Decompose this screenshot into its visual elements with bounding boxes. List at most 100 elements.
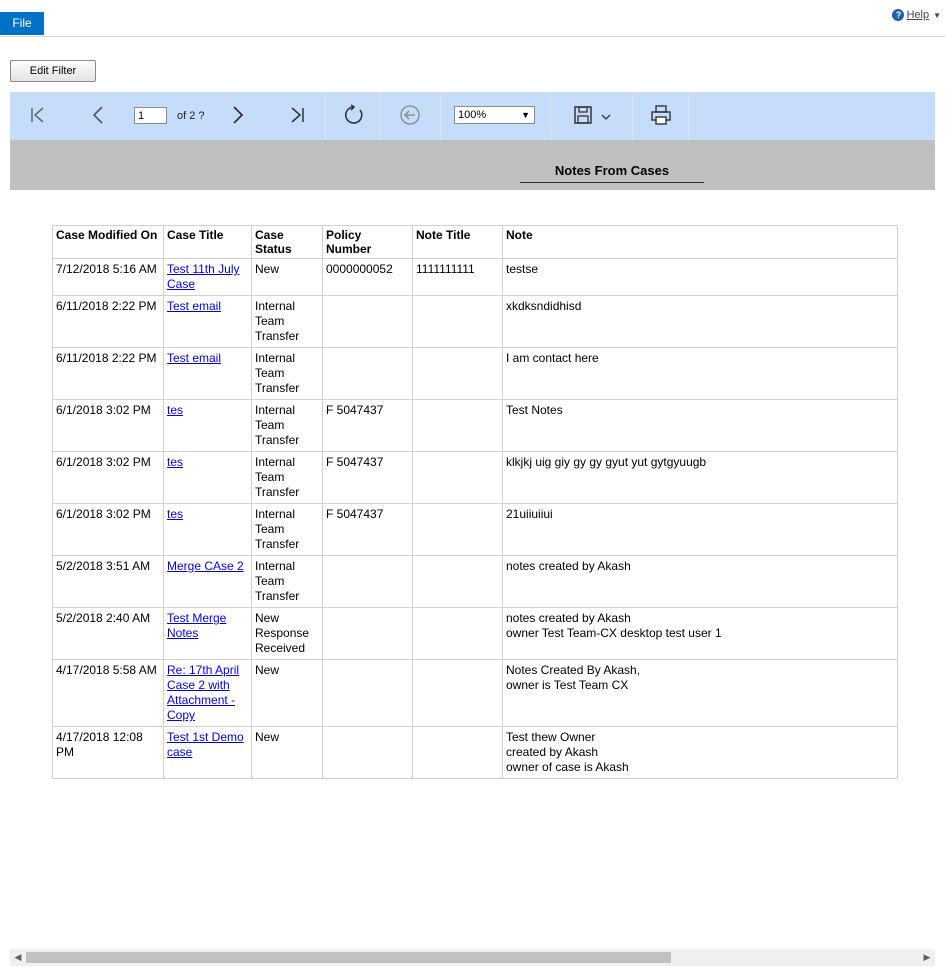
case-title-link[interactable]: Re: 17th April Case 2 with Attachment - … xyxy=(167,663,239,722)
chevron-down-icon: ▼ xyxy=(933,10,941,20)
cell-policy-number: F 5047437 xyxy=(326,455,384,469)
case-title-link[interactable]: tes xyxy=(167,507,183,521)
table-cell: Test email xyxy=(163,347,252,400)
table-cell: xkdksndidhisd xyxy=(502,295,898,348)
col-case-status[interactable]: Case Status xyxy=(251,225,323,259)
col-note-title[interactable]: Note Title xyxy=(412,225,503,259)
table-row: 5/2/2018 3:51 AM Merge CAse 2 Internal Tea… xyxy=(52,555,898,608)
table-cell: tes xyxy=(163,503,252,556)
table-cell: 4/17/2018 5:58 AM xyxy=(52,659,164,727)
refresh-icon[interactable] xyxy=(343,104,365,132)
next-page-icon[interactable] xyxy=(230,104,246,132)
table-cell: klkjkj uig giy gy gy gyut yut gytgyuugb xyxy=(502,451,898,504)
cell-note-title: 1111111111 xyxy=(416,262,475,276)
cell-modified-on: 6/1/2018 3:02 PM xyxy=(56,455,151,469)
table-cell: 6/1/2018 3:02 PM xyxy=(52,451,164,504)
cell-note: notes created by Akash xyxy=(506,559,631,573)
case-title-link[interactable]: Merge CAse 2 xyxy=(167,559,244,573)
scroll-thumb[interactable] xyxy=(26,952,671,963)
table-cell: Internal Team Transfer xyxy=(251,451,323,504)
cell-modified-on: 4/17/2018 12:08 PM xyxy=(56,730,143,759)
table-cell: notes created by Akash owner Test Team-C… xyxy=(502,607,898,660)
cell-modified-on: 6/11/2018 2:22 PM xyxy=(56,351,157,365)
table-row: 6/11/2018 2:22 PM Test email Internal Team… xyxy=(52,295,898,348)
table-cell: testse xyxy=(502,258,898,296)
cell-case-status: Internal Team Transfer xyxy=(255,559,300,603)
col-policy-number[interactable]: Policy Number xyxy=(322,225,413,259)
edit-filter-button[interactable]: Edit Filter xyxy=(10,60,96,82)
help-icon: ? xyxy=(892,9,905,21)
case-title-link[interactable]: tes xyxy=(167,403,183,417)
table-cell xyxy=(412,295,503,348)
table-cell: Internal Team Transfer xyxy=(251,347,323,400)
table-row: 7/12/2018 5:16 AM Test 11th July Case New 0… xyxy=(52,258,898,296)
report-toolbar: 1 of 2 ? 100% ▼ xyxy=(10,92,935,140)
last-page-icon[interactable] xyxy=(288,104,308,132)
top-bar: File ? Help ▼ xyxy=(0,0,945,37)
table-cell: notes created by Akash xyxy=(502,555,898,608)
back-icon[interactable] xyxy=(399,104,421,132)
table-cell: 4/17/2018 12:08 PM xyxy=(52,726,164,779)
case-title-link[interactable]: Test Merge Notes xyxy=(167,611,226,640)
table-cell: F 5047437 xyxy=(322,503,413,556)
save-icon[interactable] xyxy=(573,104,593,132)
table-cell: 7/12/2018 5:16 AM xyxy=(52,258,164,296)
table-cell: tes xyxy=(163,451,252,504)
col-case-title[interactable]: Case Title xyxy=(163,225,252,259)
table-row: 6/11/2018 2:22 PM Test email Internal Team… xyxy=(52,347,898,400)
table-row: 6/1/2018 3:02 PM tes Internal Team Transfe… xyxy=(52,399,898,452)
cell-case-status: New xyxy=(255,730,280,744)
table-cell xyxy=(322,295,413,348)
table-cell: 0000000052 xyxy=(322,258,413,296)
cell-modified-on: 7/12/2018 5:16 AM xyxy=(56,262,157,276)
table-row: 6/1/2018 3:02 PM tes Internal Team Transfe… xyxy=(52,451,898,504)
case-title-link[interactable]: Test email xyxy=(167,351,221,365)
table-cell xyxy=(412,503,503,556)
case-title-link[interactable]: tes xyxy=(167,455,183,469)
table-cell: 6/1/2018 3:02 PM xyxy=(52,503,164,556)
file-menu-button[interactable]: File xyxy=(0,12,44,35)
table-cell: New Response Received xyxy=(251,607,323,660)
help-menu[interactable]: ? Help ▼ xyxy=(892,9,941,21)
table-cell: F 5047437 xyxy=(322,451,413,504)
cell-case-status: Internal Team Transfer xyxy=(255,455,300,499)
table-cell xyxy=(322,659,413,727)
table-cell: New xyxy=(251,659,323,727)
horizontal-scrollbar[interactable]: ◀ ▶ xyxy=(10,949,935,966)
table-cell: Internal Team Transfer xyxy=(251,399,323,452)
previous-page-icon[interactable] xyxy=(90,104,106,132)
cell-modified-on: 6/11/2018 2:22 PM xyxy=(56,299,157,313)
table-header-row: Case Modified On Case Title Case Status … xyxy=(52,225,898,259)
table-cell: 5/2/2018 3:51 AM xyxy=(52,555,164,608)
table-cell xyxy=(412,555,503,608)
print-icon[interactable] xyxy=(650,104,672,132)
table-cell: 6/11/2018 2:22 PM xyxy=(52,295,164,348)
cell-case-status: New xyxy=(255,262,280,276)
zoom-select[interactable]: 100% ▼ xyxy=(454,106,535,124)
table-cell: F 5047437 xyxy=(322,399,413,452)
cell-note: testse xyxy=(506,262,539,276)
cell-case-status: Internal Team Transfer xyxy=(255,299,300,343)
cell-note: Test thew Owner created by Akash owner o… xyxy=(506,730,629,774)
cell-modified-on: 6/1/2018 3:02 PM xyxy=(56,403,151,417)
table-cell: New xyxy=(251,726,323,779)
scroll-left-icon[interactable]: ◀ xyxy=(10,949,26,966)
table-cell: 21uiiuiiui xyxy=(502,503,898,556)
case-title-link[interactable]: Test 11th July Case xyxy=(167,262,239,291)
case-title-link[interactable]: Test email xyxy=(167,299,221,313)
table-cell: Test 11th July Case xyxy=(163,258,252,296)
table-cell: Internal Team Transfer xyxy=(251,295,323,348)
col-note[interactable]: Note xyxy=(502,225,898,259)
scroll-right-icon[interactable]: ▶ xyxy=(919,949,935,966)
table-cell: I am contact here xyxy=(502,347,898,400)
first-page-icon[interactable] xyxy=(28,104,48,132)
save-options-chevron-icon[interactable] xyxy=(600,106,612,134)
table-cell xyxy=(412,451,503,504)
table-cell xyxy=(322,555,413,608)
cell-note: xkdksndidhisd xyxy=(506,299,582,313)
table-cell xyxy=(412,607,503,660)
cell-note: I am contact here xyxy=(506,351,599,365)
case-title-link[interactable]: Test 1st Demo case xyxy=(167,730,244,759)
page-number-input[interactable]: 1 xyxy=(134,107,167,124)
col-case-modified-on[interactable]: Case Modified On xyxy=(52,225,164,259)
